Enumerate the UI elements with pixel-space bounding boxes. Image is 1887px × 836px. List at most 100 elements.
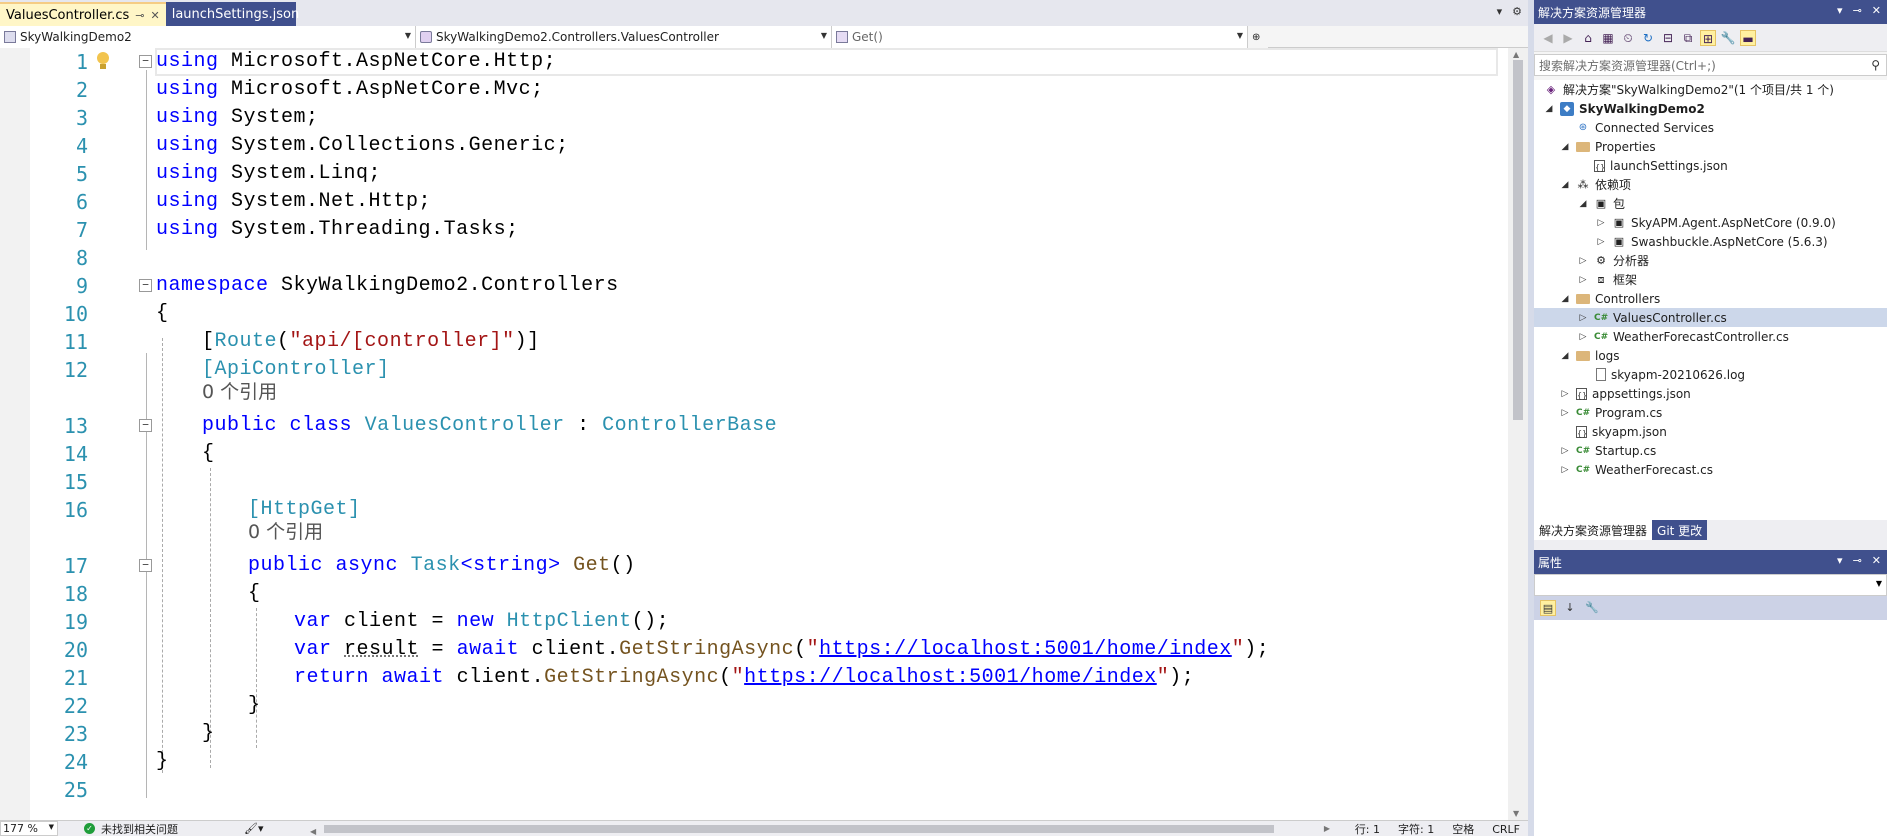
tree-node-valuescontroller[interactable]: ▷ C# ValuesController.cs [1534,308,1887,327]
line-number: 16 [63,498,88,522]
tree-node-packages[interactable]: ◢ ▣ 包 [1578,194,1625,213]
tab-solution-explorer[interactable]: 解决方案资源管理器 [1534,520,1653,540]
code-editor[interactable]: 1 − using Microsoft.AspNetCore.Http; 2 u… [0,48,1508,820]
tree-node-analyzers[interactable]: ▷ ⚙ 分析器 [1578,251,1649,270]
tree-node-appsettings[interactable]: ▷ {} appsettings.json [1560,384,1691,403]
expanded-icon[interactable]: ◢ [1578,199,1588,209]
collapse-toggle[interactable]: − [139,559,152,572]
issues-indicator[interactable]: ✓ 未找到相关问题 [84,821,178,836]
pin-icon[interactable]: ⊸ [135,9,144,22]
tree-node-startup[interactable]: ▷ C# Startup.cs [1560,441,1657,460]
scrollbar-thumb[interactable] [1513,60,1523,420]
tree-node-dependencies[interactable]: ◢ ⁂ 依赖项 [1560,175,1631,194]
collapsed-icon[interactable]: ▷ [1578,275,1588,285]
tab-valuescontroller[interactable]: ValuesController.cs ⊸ ✕ [0,2,166,26]
collapse-toggle[interactable]: − [139,279,152,292]
collapsed-icon[interactable]: ▷ [1578,332,1588,342]
scroll-up-icon[interactable]: ▲ [1513,50,1519,59]
expanded-icon[interactable]: ◢ [1560,180,1570,190]
char-indicator[interactable]: 字符: 1 [1398,821,1434,836]
tree-node-solution[interactable]: ◈ 解决方案"SkyWalkingDemo2"(1 个项目/共 1 个) [1544,80,1834,99]
tree-node-launchsettings[interactable]: {} launchSettings.json [1594,156,1728,175]
collapsed-icon[interactable]: ▷ [1578,256,1588,266]
switch-views-icon[interactable]: ▦ [1600,30,1616,46]
collapsed-icon[interactable]: ▷ [1578,313,1588,323]
project-dropdown[interactable]: SkyWalkingDemo2 ▼ [0,26,416,48]
preview-toggle-icon[interactable]: ▬ [1740,29,1756,46]
collapsed-icon[interactable]: ▷ [1560,465,1570,475]
expanded-icon[interactable]: ◢ [1560,142,1570,152]
solution-explorer-search[interactable]: 搜索解决方案资源管理器(Ctrl+;) ⚲ [1534,54,1887,76]
window-position-icon[interactable]: ▾ [1837,4,1843,17]
close-icon[interactable]: ✕ [1872,554,1881,567]
code-line-1: 1 − using Microsoft.AspNetCore.Http; [0,48,1500,76]
split-editor-button[interactable]: ⊕ [1248,26,1268,48]
lightbulb-icon[interactable] [94,50,112,72]
collapsed-icon[interactable]: ▷ [1560,389,1570,399]
member-dropdown[interactable]: Get() ▼ [832,26,1248,48]
preview-selected-icon[interactable]: ⊞ [1700,29,1716,46]
tab-launchsettings[interactable]: launchSettings.json [165,2,299,26]
collapsed-icon[interactable]: ▷ [1596,218,1606,228]
tree-node-logs[interactable]: ◢ logs [1560,346,1620,365]
close-icon[interactable]: ✕ [151,9,160,22]
reference-count-link[interactable]: 0 个引用 [248,518,323,546]
tree-node-program[interactable]: ▷ C# Program.cs [1560,403,1663,422]
vertical-scrollbar[interactable]: ▲ ▼ [1508,48,1528,820]
expanded-icon[interactable]: ◢ [1560,294,1570,304]
tree-node-weatherforecastcontroller[interactable]: ▷ C# WeatherForecastController.cs [1578,327,1789,346]
code-line-24: 24 } [0,748,1500,776]
properties-wrench-icon[interactable]: 🔧 [1720,30,1736,46]
collapse-toggle[interactable]: − [139,419,152,432]
close-icon[interactable]: ✕ [1872,4,1881,17]
collapsed-icon[interactable]: ▷ [1596,237,1606,247]
alphabetical-icon[interactable]: ↓ [1562,600,1578,616]
tree-node-project[interactable]: ◢ ◆ SkyWalkingDemo2 [1544,99,1705,118]
settings-gear-icon[interactable]: ⚙ [1512,5,1522,18]
tree-node-controllers[interactable]: ◢ Controllers [1560,289,1661,308]
collapsed-icon[interactable]: ▷ [1560,446,1570,456]
back-icon[interactable]: ◀ [1540,30,1556,46]
line-indicator[interactable]: 行: 1 [1355,821,1380,836]
pending-changes-filter-icon[interactable]: ⏲ [1620,30,1636,46]
tab-git-changes[interactable]: Git 更改 [1652,520,1708,540]
whitespace-indicator[interactable]: 空格 [1452,821,1474,836]
pin-icon[interactable]: ⊸ [1853,554,1862,567]
tree-node-properties[interactable]: ◢ Properties [1560,137,1656,156]
sync-icon[interactable]: ↻ [1640,30,1656,46]
collapsed-icon[interactable]: ▷ [1560,408,1570,418]
show-all-files-icon[interactable]: ⧉ [1680,30,1696,46]
collapse-toggle[interactable]: − [139,55,152,68]
tree-node-skyapm-json[interactable]: {} skyapm.json [1576,422,1667,441]
scroll-left-icon[interactable]: ◀ [310,827,316,836]
object-selector[interactable]: ▼ [1534,574,1887,596]
tree-node-weatherforecast[interactable]: ▷ C# WeatherForecast.cs [1560,460,1713,479]
forward-icon[interactable]: ▶ [1560,30,1576,46]
home-icon[interactable]: ⌂ [1580,30,1596,46]
solution-explorer-toolbar: ◀ ▶ ⌂ ▦ ⏲ ↻ ⊟ ⧉ ⊞ 🔧 ▬ [1534,24,1887,52]
tab-list-dropdown-icon[interactable]: ▾ [1497,5,1503,18]
eol-indicator[interactable]: CRLF [1492,823,1520,836]
tree-node-log-file[interactable]: skyapm-20210626.log [1596,365,1745,384]
properties-toolbar: ▤ ↓ 🔧 [1534,596,1887,620]
zoom-dropdown[interactable]: 177 % ▼ [0,821,58,836]
tree-node-skyapm-package[interactable]: ▷ ▣ SkyAPM.Agent.AspNetCore (0.9.0) [1596,213,1836,232]
class-dropdown[interactable]: SkyWalkingDemo2.Controllers.ValuesContro… [416,26,832,48]
tree-node-frameworks[interactable]: ▷ ⧈ 框架 [1578,270,1637,289]
scroll-down-icon[interactable]: ▼ [1513,809,1519,818]
horizontal-scrollbar[interactable]: ◀ ▶ [310,824,1330,836]
categorized-icon[interactable]: ▤ [1540,600,1556,616]
expanded-icon[interactable]: ◢ [1544,104,1554,114]
pin-icon[interactable]: ⊸ [1853,4,1862,17]
scroll-right-icon[interactable]: ▶ [1324,824,1330,833]
property-pages-wrench-icon[interactable]: 🔧 [1584,600,1600,616]
expanded-icon[interactable]: ◢ [1560,351,1570,361]
window-position-icon[interactable]: ▾ [1837,554,1843,567]
brush-icon[interactable]: 🖌▾ [244,822,264,835]
search-icon[interactable]: ⚲ [1871,58,1880,72]
collapse-all-icon[interactable]: ⊟ [1660,30,1676,46]
tree-node-swashbuckle-package[interactable]: ▷ ▣ Swashbuckle.AspNetCore (5.6.3) [1596,232,1828,251]
scrollbar-thumb[interactable] [324,825,1274,833]
reference-count-link[interactable]: 0 个引用 [202,378,277,406]
tree-node-connected-services[interactable]: ⊛ Connected Services [1576,118,1714,137]
